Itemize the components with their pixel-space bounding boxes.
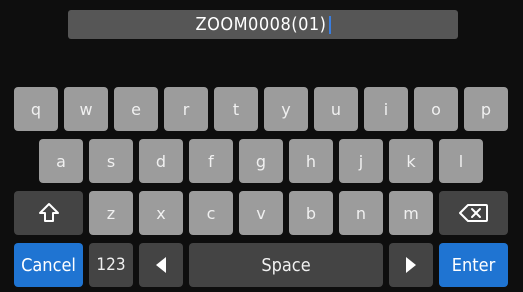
enter-button[interactable]: Enter (439, 243, 508, 287)
key-a[interactable]: a (39, 139, 83, 183)
key-f[interactable]: f (189, 139, 233, 183)
text-cursor (328, 15, 331, 34)
key-t[interactable]: t (214, 87, 258, 131)
key-s[interactable]: s (89, 139, 133, 183)
shift-key[interactable] (14, 191, 83, 235)
key-r[interactable]: r (164, 87, 208, 131)
name-input-value: ZOOM0008(01) (195, 14, 327, 35)
key-v[interactable]: v (239, 191, 283, 235)
key-u[interactable]: u (314, 87, 358, 131)
key-i[interactable]: i (364, 87, 408, 131)
key-e[interactable]: e (114, 87, 158, 131)
shift-icon (38, 202, 60, 224)
space-key[interactable]: Space (189, 243, 383, 287)
key-d[interactable]: d (139, 139, 183, 183)
key-z[interactable]: z (89, 191, 133, 235)
key-o[interactable]: o (414, 87, 458, 131)
key-w[interactable]: w (64, 87, 108, 131)
backspace-icon (458, 203, 489, 223)
key-q[interactable]: q (14, 87, 58, 131)
cancel-button[interactable]: Cancel (14, 243, 83, 287)
backspace-key[interactable] (439, 191, 508, 235)
key-p[interactable]: p (464, 87, 508, 131)
key-x[interactable]: x (139, 191, 183, 235)
key-h[interactable]: h (289, 139, 333, 183)
cursor-right-key[interactable] (389, 243, 433, 287)
keyboard-screen: ZOOM0008(01) q w e r t y u i o p a s d f… (0, 0, 523, 292)
key-n[interactable]: n (339, 191, 383, 235)
arrow-right-icon (404, 256, 418, 274)
key-k[interactable]: k (389, 139, 433, 183)
key-g[interactable]: g (239, 139, 283, 183)
key-b[interactable]: b (289, 191, 333, 235)
key-c[interactable]: c (189, 191, 233, 235)
numbers-key[interactable]: 123 (89, 243, 133, 287)
cursor-left-key[interactable] (139, 243, 183, 287)
name-input[interactable]: ZOOM0008(01) (68, 10, 458, 39)
key-j[interactable]: j (339, 139, 383, 183)
key-y[interactable]: y (264, 87, 308, 131)
key-m[interactable]: m (389, 191, 433, 235)
key-l[interactable]: l (439, 139, 483, 183)
arrow-left-icon (154, 256, 168, 274)
